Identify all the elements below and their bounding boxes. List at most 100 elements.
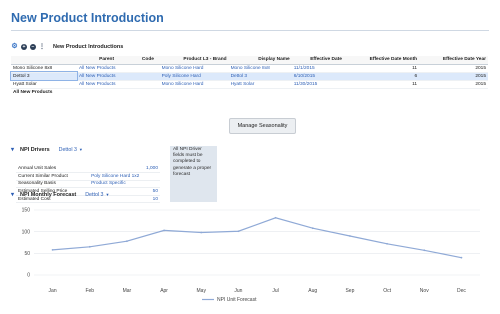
- total-row-label[interactable]: All New Products: [11, 88, 77, 96]
- row-display-name[interactable]: Hyatt Solar: [228, 80, 292, 89]
- x-tick-label: Mar: [123, 288, 132, 294]
- column-header-parent[interactable]: Parent: [77, 56, 137, 65]
- settings-gear-icon[interactable]: ⚙: [11, 43, 18, 50]
- data-point: [423, 249, 426, 252]
- y-tick-label: 0: [27, 273, 30, 279]
- x-tick-label: May: [197, 288, 207, 294]
- x-tick-label: Apr: [160, 288, 168, 294]
- x-tick-label: Jan: [49, 288, 57, 294]
- x-tick-label: Dec: [457, 288, 466, 294]
- row-code[interactable]: [136, 72, 160, 81]
- drivers-product-dropdown[interactable]: Dettol 3 ▼: [59, 147, 83, 153]
- data-point: [200, 231, 203, 234]
- similar-product-value[interactable]: Poly Silicone Hard 1x2: [89, 172, 160, 181]
- annual-unit-sales-value[interactable]: 1,000: [89, 165, 160, 174]
- driver-label: Current Similar Product: [16, 172, 90, 181]
- x-tick-label: Aug: [308, 288, 317, 294]
- row-effective-month[interactable]: 11: [343, 80, 420, 89]
- npi-driver-notice: All NPI Driver fields must be completed …: [170, 146, 217, 202]
- forecast-header: ▾ NPI Monthly Forecast Dettol 3 ▼: [11, 191, 109, 199]
- manage-seasonality-button[interactable]: Manage Seasonality: [229, 118, 296, 134]
- remove-icon[interactable]: −: [30, 44, 36, 50]
- y-tick-label: 50: [24, 251, 30, 257]
- npi-drivers-header: ▾ NPI Drivers Dettol 3 ▼: [11, 146, 83, 154]
- row-effective-date[interactable]: 6/10/2015: [291, 72, 344, 81]
- row-parent[interactable]: All New Products: [77, 72, 137, 81]
- data-point: [88, 245, 91, 248]
- data-point: [163, 229, 165, 232]
- driver-label: Annual Unit Sales: [16, 165, 90, 174]
- row-parent[interactable]: All New Products: [77, 80, 137, 89]
- row-brand[interactable]: Poly Silicone Hard: [159, 72, 229, 81]
- table-row[interactable]: Hyatt Solar All New Products Mono Silico…: [11, 80, 488, 89]
- page-title: New Product Introduction: [11, 11, 164, 25]
- x-tick-label: Jun: [234, 288, 242, 294]
- forecast-product-value: Dettol 3: [85, 191, 104, 198]
- title-divider: [11, 30, 489, 31]
- row-code[interactable]: [136, 80, 160, 89]
- collapse-caret-icon[interactable]: ▾: [11, 146, 16, 153]
- table-row-selected[interactable]: Dettol 3 All New Products Poly Silicone …: [10, 71, 488, 81]
- row-effective-year[interactable]: 2015: [419, 64, 488, 73]
- row-code[interactable]: [136, 64, 160, 73]
- row-effective-date[interactable]: 11/30/2015: [291, 80, 344, 89]
- driver-row: Current Similar Product Poly Silicone Ha…: [16, 172, 160, 181]
- column-header-effective-month[interactable]: Effective Date Month: [343, 56, 420, 65]
- data-point: [386, 242, 388, 245]
- data-point: [274, 216, 277, 219]
- data-point: [51, 248, 54, 251]
- grid-title: New Product Introductions: [53, 44, 124, 50]
- row-name[interactable]: Hyatt Solar: [11, 80, 77, 89]
- seasonality-basis-value[interactable]: Product Specific: [89, 180, 160, 189]
- x-tick-label: Feb: [85, 288, 94, 294]
- data-point: [349, 235, 351, 237]
- drivers-product-value: Dettol 3: [58, 146, 77, 153]
- x-tick-label: Oct: [383, 288, 391, 294]
- forecast-product-dropdown[interactable]: Dettol 3 ▼: [85, 192, 109, 198]
- chevron-down-icon: ▼: [78, 146, 83, 152]
- data-point: [311, 227, 314, 230]
- data-point: [126, 240, 128, 243]
- column-header[interactable]: [11, 56, 77, 65]
- row-effective-year[interactable]: 2015: [419, 80, 488, 89]
- more-options-icon[interactable]: ⋮: [39, 44, 45, 50]
- grid-toolbar: ⚙ + − ⋮ New Product Introductions: [11, 42, 123, 52]
- column-header-brand[interactable]: Product L3 - Brand: [159, 56, 229, 65]
- column-header-effective-date[interactable]: Effective Date: [291, 56, 344, 65]
- row-brand[interactable]: Mono Silicone Hard: [159, 80, 229, 89]
- row-display-name[interactable]: Dettol 3: [228, 72, 292, 81]
- forecast-title: NPI Monthly Forecast: [20, 191, 77, 198]
- table-total-row[interactable]: All New Products: [11, 88, 488, 96]
- column-header-code[interactable]: Code: [136, 56, 160, 65]
- x-tick-label: Sep: [345, 288, 354, 294]
- row-effective-month[interactable]: 11: [343, 64, 420, 73]
- row-parent[interactable]: All New Products: [77, 64, 137, 73]
- column-header-display-name[interactable]: Display Name: [228, 56, 292, 65]
- row-display-name[interactable]: Mono Silicone 8x8: [228, 64, 292, 73]
- npi-forecast-chart: 0 50 100 150 Jan Feb Mar Apr May Jun Jul Aug Sep Oct N…: [10, 200, 490, 314]
- row-effective-month[interactable]: 6: [343, 72, 420, 81]
- x-tick-label: Jul: [272, 288, 278, 294]
- driver-label: Seasonality Basis: [16, 180, 90, 189]
- column-header-effective-year[interactable]: Effective Date Year: [419, 56, 488, 65]
- data-point: [460, 256, 463, 259]
- data-point: [237, 230, 240, 233]
- driver-row: Annual Unit Sales 1,000: [16, 165, 160, 174]
- row-effective-year[interactable]: 2015: [419, 72, 488, 81]
- chevron-down-icon: ▼: [105, 191, 110, 197]
- grid-header-row: Parent Code Product L3 - Brand Display N…: [11, 56, 488, 65]
- series-line: [52, 217, 462, 259]
- row-name[interactable]: Mono Silicone 8x8: [11, 64, 77, 73]
- row-brand[interactable]: Mono Silicone Hard: [159, 64, 229, 73]
- row-effective-date[interactable]: 11/1/2015: [291, 64, 344, 73]
- driver-row: Seasonality Basis Product Specific: [16, 180, 160, 189]
- legend-label: NPI Unit Forecast: [217, 297, 257, 303]
- y-tick-label: 100: [22, 229, 31, 235]
- y-tick-label: 150: [22, 208, 31, 214]
- row-name[interactable]: Dettol 3: [10, 71, 78, 81]
- table-row[interactable]: Mono Silicone 8x8 All New Products Mono …: [11, 64, 488, 73]
- add-icon[interactable]: +: [21, 44, 27, 50]
- x-tick-label: Nov: [420, 288, 429, 294]
- forecast-chart-svg: 0 50 100 150 Jan Feb Mar Apr May Jun Jul Aug Sep Oct N…: [22, 208, 480, 303]
- collapse-caret-icon[interactable]: ▾: [11, 191, 16, 198]
